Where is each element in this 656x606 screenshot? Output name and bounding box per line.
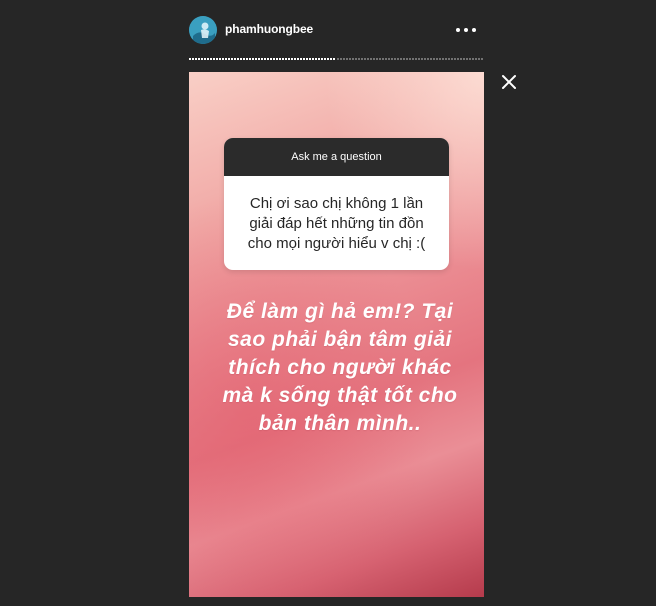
story-card[interactable]: Ask me a question Chị ơi sao chị không 1…	[189, 72, 484, 597]
more-dot	[464, 28, 468, 32]
more-dot	[456, 28, 460, 32]
more-options-icon[interactable]	[456, 27, 476, 33]
question-text: Chị ơi sao chị không 1 lần giải đáp hết …	[247, 195, 426, 252]
avatar-image-icon	[189, 16, 217, 44]
more-dot	[472, 28, 476, 32]
close-icon[interactable]	[500, 73, 518, 91]
answer-text: Để làm gì hả em!? Tại sao phải bận tâm g…	[222, 300, 458, 435]
username-link[interactable]: phamhuongbee	[225, 22, 313, 36]
progress-segment-pending	[337, 58, 484, 60]
story-viewer: phamhuongbee Ask me a question Chị ơi sa…	[0, 0, 656, 606]
question-sticker-header: Ask me a question	[224, 138, 449, 176]
story-progress-bar	[189, 58, 484, 60]
progress-segment-complete	[189, 58, 336, 60]
profile-avatar[interactable]	[189, 16, 217, 44]
question-sticker: Ask me a question Chị ơi sao chị không 1…	[224, 138, 449, 270]
